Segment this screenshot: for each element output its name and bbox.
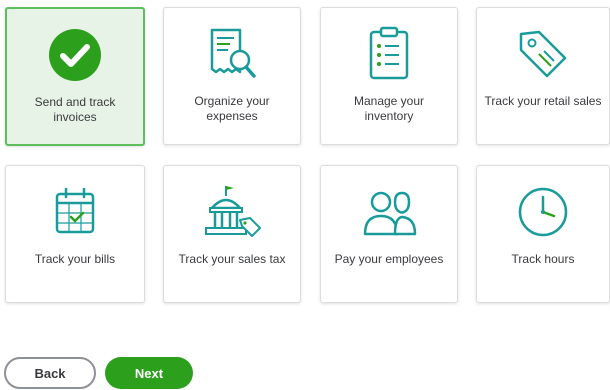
calendar-check-icon xyxy=(47,180,103,244)
task-options-grid: Send and track invoices Organize your ex… xyxy=(0,0,610,320)
government-building-tag-icon xyxy=(200,180,264,244)
clock-icon xyxy=(514,180,572,244)
tile-organize-your-expenses[interactable]: Organize your expenses xyxy=(163,7,301,145)
tile-label: Track hours xyxy=(511,252,575,266)
tile-track-your-bills[interactable]: Track your bills xyxy=(5,165,145,303)
tile-label: Track your bills xyxy=(34,252,116,266)
people-icon xyxy=(357,180,421,244)
tile-track-your-sales-tax[interactable]: Track your sales tax xyxy=(163,165,301,303)
tile-label: Organize your expenses xyxy=(194,94,270,123)
tile-label: Track your sales tax xyxy=(178,252,286,266)
tile-track-hours[interactable]: Track hours xyxy=(476,165,610,303)
tile-manage-your-inventory[interactable]: Manage your inventory xyxy=(320,7,458,145)
checkmark-circle-icon xyxy=(47,23,103,87)
tile-label: Track your retail sales xyxy=(484,94,602,108)
tile-send-and-track-invoices[interactable]: Send and track invoices xyxy=(5,7,145,146)
clipboard-list-icon xyxy=(361,22,417,86)
receipt-search-icon xyxy=(202,22,262,86)
tile-label: Manage your inventory xyxy=(353,94,425,123)
price-tag-icon xyxy=(513,22,573,86)
back-button[interactable]: Back xyxy=(4,357,96,389)
tile-pay-your-employees[interactable]: Pay your employees xyxy=(320,165,458,303)
next-button[interactable]: Next xyxy=(105,357,193,389)
tile-label: Pay your employees xyxy=(334,252,444,266)
tile-label: Send and track invoices xyxy=(34,95,116,124)
tile-track-your-retail-sales[interactable]: Track your retail sales xyxy=(476,7,610,145)
